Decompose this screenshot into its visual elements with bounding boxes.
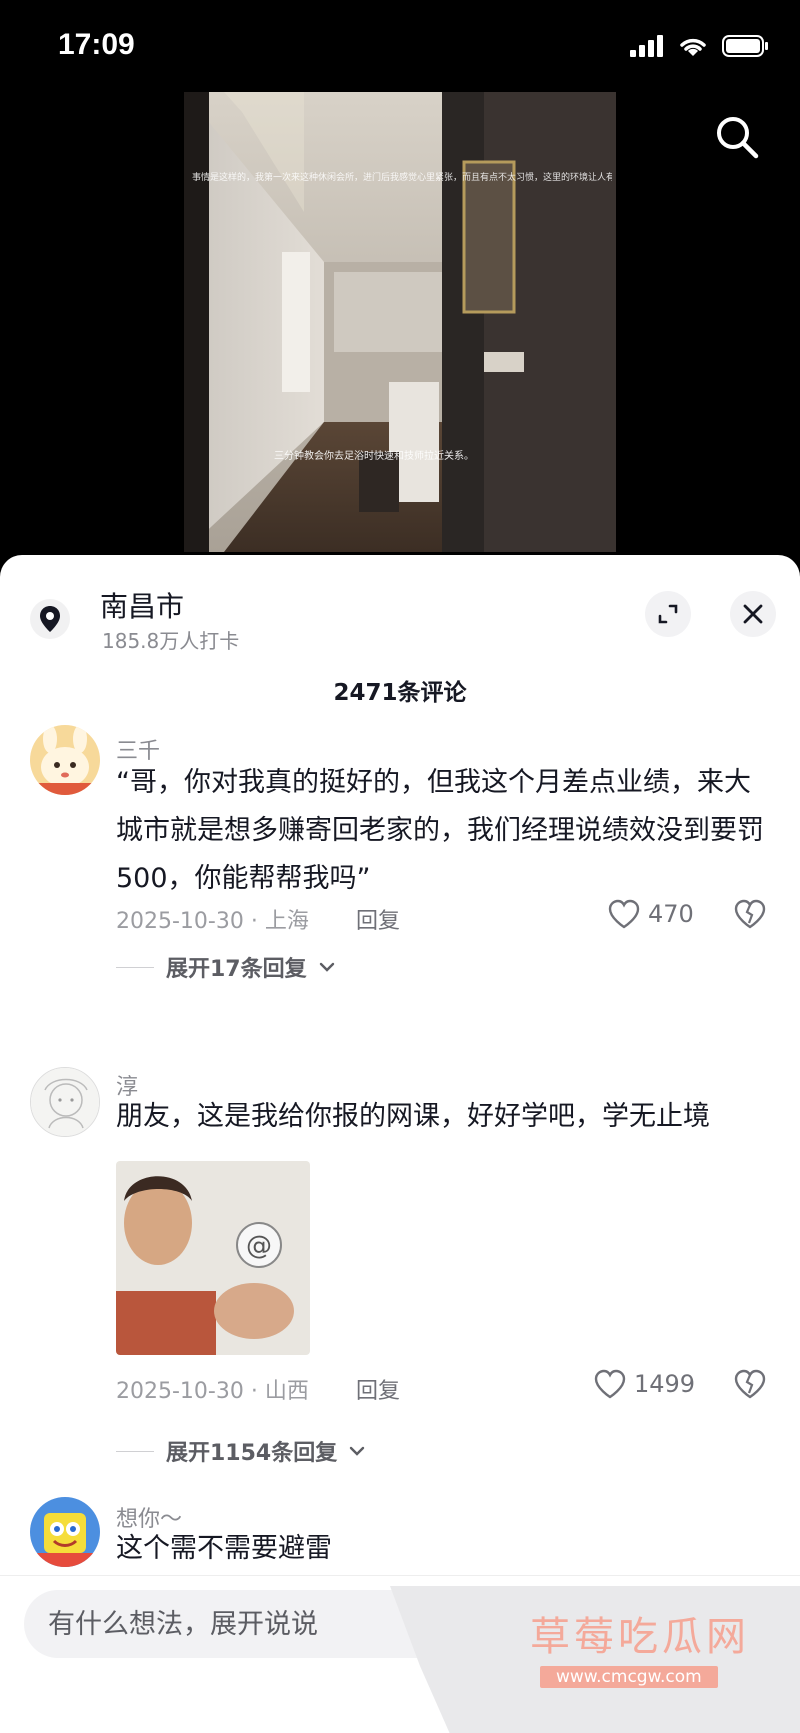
chevron-down-icon [319,962,334,972]
signal-icon [630,35,663,57]
avatar[interactable] [30,1067,100,1137]
close-icon [743,604,763,624]
wifi-icon [680,38,706,56]
status-icons [630,34,770,58]
comment-item: 三千 “哥，你对我真的挺好的，但我这个月差点业绩，来大城市就是想多赚寄回老家的，… [0,725,800,1015]
search-icon [717,117,759,159]
expand-button[interactable] [645,591,691,637]
heart-icon [608,899,640,929]
watermark-title: 草莓吃瓜网 [530,1614,750,1660]
reply-button[interactable]: 回复 [356,903,400,935]
expand-icon [658,604,678,624]
video-caption-top: 事情是这样的，我第一次来这种休闲会所，进门后我感觉心里紧张，而且有点不太习惯，这… [192,173,612,183]
comment-count: 2471条评论 [333,680,467,706]
search-button[interactable] [712,112,764,164]
video-scene-image [184,92,616,552]
comment-date-location: 2025-10-30 · 山西 [116,1379,309,1404]
divider [116,1450,154,1452]
comment-date-location: 2025-10-30 · 上海 [116,909,309,934]
meme-image: @ [116,1161,310,1355]
dislike-button[interactable] [734,1369,766,1403]
video-player[interactable]: 事情是这样的，我第一次来这种休闲会所，进门后我感觉心里紧张，而且有点不太习惯，这… [0,92,800,562]
comment-image[interactable]: @ [116,1161,310,1355]
avatar[interactable] [30,1497,100,1567]
comments-sheet: 南昌市 185.8万人打卡 2471条评论 三千 “哥，你对我真的挺好的，但我这… [0,555,800,1733]
avatar[interactable] [30,725,100,795]
location-name[interactable]: 南昌市 [100,585,184,625]
location-header[interactable]: 南昌市 185.8万人打卡 [30,581,780,653]
like-count: 470 [648,900,694,928]
chevron-down-icon [350,1446,365,1456]
video-frame[interactable]: 事情是这样的，我第一次来这种休闲会所，进门后我感觉心里紧张，而且有点不太习惯，这… [184,92,616,552]
status-bar: 17:09 [0,0,800,92]
expand-replies-button[interactable]: 展开1154条回复 [116,1435,365,1467]
expand-replies-button[interactable]: 展开17条回复 [116,951,335,983]
close-button[interactable] [730,591,776,637]
heart-icon [594,1369,626,1399]
expand-replies-label: 展开17条回复 [166,957,307,982]
watermark-url: www.cmcgw.com [540,1666,718,1688]
video-caption-middle: 三分钟教会你去足浴时快速和技师拉近关系。 [274,451,474,462]
comment-text: “哥，你对我真的挺好的，但我这个月差点业绩，来大城市就是想多赚寄回老家的，我们经… [116,767,764,894]
comment-item: 淳 朋友，这是我给你报的网课，好好学吧，学无止境 @ 2025-10-30 · … [0,1067,800,1404]
location-checkins: 185.8万人打卡 [102,629,240,653]
divider [116,966,154,968]
watermark: 草莓吃瓜网 www.cmcgw.com [390,1576,800,1733]
broken-heart-icon [734,1369,766,1399]
svg-text:@: @ [246,1231,272,1261]
expand-replies-label: 展开1154条回复 [166,1441,338,1466]
comment-input-bar: 草莓吃瓜网 www.cmcgw.com [0,1575,800,1733]
like-button[interactable]: 1499 [594,1369,695,1399]
comment-text: 朋友，这是我给你报的网课，好好学吧，学无止境 [116,1101,710,1132]
like-button[interactable]: 470 [608,899,694,929]
like-count: 1499 [634,1370,696,1398]
reply-button[interactable]: 回复 [356,1373,400,1405]
battery-icon [722,35,768,57]
broken-heart-icon [734,899,766,929]
comment-text: 这个需不需要避雷 [116,1533,332,1564]
status-time: 17:09 [58,28,135,61]
location-pin-icon [30,599,70,639]
dislike-button[interactable] [734,899,766,933]
